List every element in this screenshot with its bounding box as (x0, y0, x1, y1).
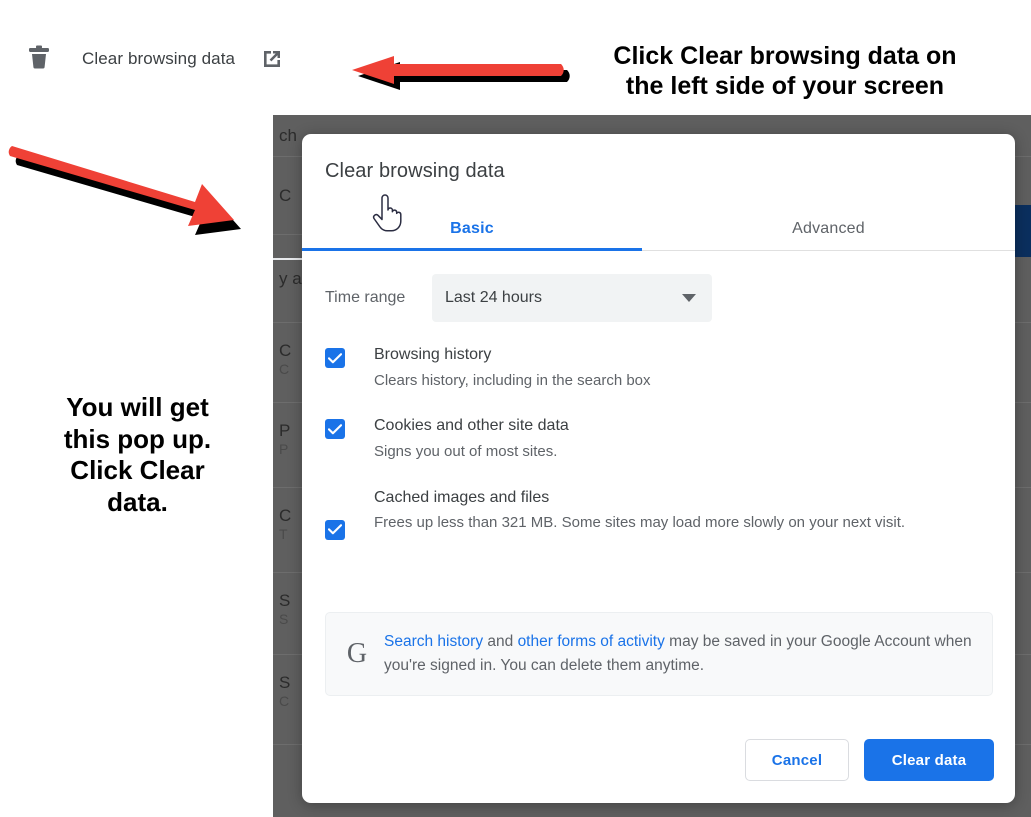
tab-advanced-label: Advanced (792, 219, 865, 237)
dialog-title: Clear browsing data (325, 160, 505, 182)
time-range-label: Time range (325, 289, 406, 306)
tab-basic[interactable]: Basic (302, 206, 642, 251)
annotation-left-line2: this pop up. (63, 423, 212, 454)
annotation-top-line2: the left side of your screen (625, 71, 945, 100)
time-range-value: Last 24 hours (445, 289, 542, 306)
checkbox-cookies-site-data[interactable] (325, 419, 345, 440)
clear-data-button-label: Clear data (891, 751, 967, 769)
dialog-tabs: Basic Advanced (302, 206, 1015, 251)
google-g-icon: G (346, 638, 368, 669)
option-description: Frees up less than 321 MB. Some sites ma… (374, 514, 906, 532)
option-cookies-site-data: Cookies and other site data Signs you ou… (325, 415, 997, 462)
other-forms-of-activity-link[interactable]: other forms of activity (518, 633, 665, 650)
chevron-down-icon (682, 294, 696, 302)
annotation-top-line1: Click Clear browsing data on (613, 42, 957, 70)
tab-advanced[interactable]: Advanced (642, 206, 1015, 251)
annotation-arrow-top (336, 52, 576, 96)
checkbox-cached-images-files[interactable] (325, 519, 345, 540)
screenshot-root: Clear browsing data Click Clear browsing… (0, 0, 1031, 817)
option-text: Browsing history Clears history, includi… (374, 344, 651, 391)
annotation-arrow-left (2, 138, 264, 250)
option-title: Browsing history (374, 346, 492, 363)
option-title: Cached images and files (374, 488, 550, 506)
clear-browsing-data-menu-item[interactable]: Clear browsing data (0, 28, 340, 90)
google-account-info-box: G Search history and other forms of acti… (325, 612, 993, 696)
option-text: Cached images and files Frees up less th… (374, 487, 905, 540)
cancel-button-label: Cancel (771, 751, 823, 769)
option-title: Cookies and other site data (374, 417, 569, 435)
clear-browsing-data-label: Clear browsing data (82, 49, 236, 68)
option-text: Cookies and other site data Signs you ou… (374, 415, 569, 462)
trash-icon (26, 45, 52, 73)
clear-options-list: Browsing history Clears history, includi… (325, 344, 997, 564)
clear-data-button[interactable]: Clear data (864, 739, 994, 781)
option-description: Signs you out of most sites. (374, 442, 558, 460)
search-history-link[interactable]: Search history (384, 633, 483, 650)
settings-row-title: ch (279, 126, 297, 145)
annotation-text-top: Click Clear browsing data on the left si… (570, 42, 1000, 101)
open-in-new-icon[interactable] (261, 48, 283, 70)
annotation-left-line3: Click Clear (70, 455, 205, 486)
dialog-footer: Cancel Clear data (745, 739, 994, 781)
clear-browsing-data-dialog: Clear browsing data Basic Advanced Time … (302, 134, 1015, 803)
cancel-button[interactable]: Cancel (745, 739, 849, 781)
annotation-left-line1: You will get (66, 392, 209, 422)
option-description: Clears history, including in the search … (374, 371, 651, 389)
time-range-row: Time range Last 24 hours (325, 274, 1015, 322)
tab-basic-label: Basic (450, 219, 494, 237)
google-info-mid: and (483, 632, 518, 650)
checkbox-browsing-history[interactable] (325, 348, 345, 368)
google-account-info-text: Search history and other forms of activi… (384, 630, 976, 678)
option-cached-images-files: Cached images and files Frees up less th… (325, 487, 997, 540)
annotation-text-left: You will get this pop up. Click Clear da… (30, 392, 245, 519)
settings-row-title: y a (279, 269, 302, 288)
settings-row-title: C (279, 186, 292, 205)
time-range-select[interactable]: Last 24 hours (432, 274, 712, 322)
option-browsing-history: Browsing history Clears history, includi… (325, 344, 997, 391)
annotation-left-line4: data. (107, 487, 168, 518)
